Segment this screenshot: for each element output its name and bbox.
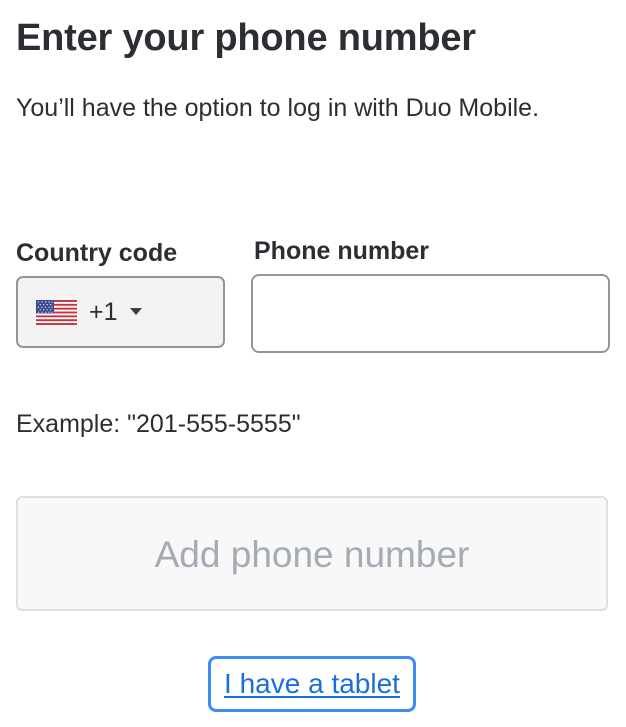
page-title: Enter your phone number xyxy=(16,17,476,59)
add-phone-number-button[interactable]: Add phone number xyxy=(16,496,608,611)
caret-down-icon xyxy=(129,307,142,315)
phone-example-hint: Example: "201-555-5555" xyxy=(16,410,301,438)
country-code-value: +1 xyxy=(89,297,118,326)
country-code-select[interactable]: +1 xyxy=(16,276,225,348)
country-code-label: Country code xyxy=(16,239,178,267)
page-subtitle: You’ll have the option to log in with Du… xyxy=(16,94,540,122)
us-flag-icon xyxy=(36,299,77,325)
i-have-a-tablet-link[interactable]: I have a tablet xyxy=(208,656,416,712)
phone-number-label: Phone number xyxy=(254,237,430,265)
phone-number-input[interactable] xyxy=(251,274,610,353)
